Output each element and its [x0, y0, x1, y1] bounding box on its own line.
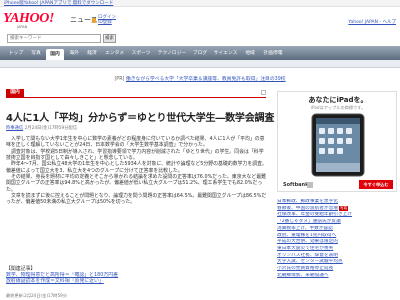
related-link[interactable]: 放射線副読本を作成＝文科相「原発に近い」	[6, 278, 268, 284]
register-link[interactable]: ID登録	[98, 20, 116, 25]
yahoo-logo-sub: JAPAN	[17, 25, 28, 29]
side-link[interactable]: 消費税率上げ、半数が容認	[277, 226, 397, 233]
article-paragraph: 調査対象は、学校週5日制が導入され、学習指導要領で学力内容が削減された「ゆとり世…	[6, 148, 264, 162]
softbank-logo: Softbank	[283, 182, 309, 188]
article-paragraph: 入学して間もない大学1年生を中心に数学の素養がどの程度身に付いているか調べた結果…	[6, 136, 265, 149]
tab-photos[interactable]: 写真	[28, 48, 44, 59]
side-link[interactable]: 大学入試、センター試験平均点	[277, 259, 397, 266]
tab-blog[interactable]: ブログ	[191, 48, 209, 59]
side-link[interactable]: 小沢氏の党員資格停止延長	[277, 266, 397, 273]
pr-link[interactable]: 働きながら学べる大学「大学卒業＆講座等、教員免許も取得」注目の39校	[126, 77, 286, 82]
article-headline: 4人に1人「平均」分からず＝ゆとり世代大学生―数学会調査	[6, 113, 275, 124]
tab-top[interactable]: トップ	[6, 48, 26, 59]
side-link[interactable]: 社保改革、年金の受給年齢引き上げ	[277, 212, 397, 219]
ad-footer: Softbank 今すぐ申込む	[283, 180, 393, 190]
article-paragraph: 昨年4～7月、国公私立48大学の1年生を中心とした5934人を対象に、統計や論理…	[6, 161, 267, 174]
tab-power-outage[interactable]: 計画停電	[260, 48, 286, 59]
search-button[interactable]: 検索	[103, 34, 116, 43]
side-link[interactable]: 「2番じゃダメ」蓮舫氏が反論	[277, 219, 397, 226]
promo-bar: iPhone版Yahoo! JAPANアプリで 無料でダウンロード	[0, 0, 400, 7]
print-icon[interactable]	[261, 90, 266, 95]
softbank-mark-icon	[307, 182, 313, 188]
last-updated: 最終更新:2月24日(金)17時59分	[6, 293, 68, 298]
side-link[interactable]: 北朝鮮情勢、米朝協議へ	[277, 273, 397, 280]
side-link[interactable]: 平成の大合併、効果は限定的	[277, 239, 397, 246]
ad-title: あなたにiPadを。	[308, 96, 368, 104]
side-link[interactable]: 政府、東電株を1兆円取得へ	[277, 233, 397, 240]
pr-label: [PR]	[114, 77, 125, 82]
ipad-ad[interactable]: あなたにiPadを。 iPadはアップルの商標です。 Softbank 今すぐ申…	[277, 91, 397, 192]
sub-nav	[0, 60, 400, 68]
related-articles: 【関連記事】 数学、物理得意だと高所得＝「確認」と180万円差 放射線副読本を作…	[6, 266, 268, 285]
article-paragraph: 文章を読まずに後に控えることが問題となり、論理力を問う問題の正答率は64.5%。…	[6, 193, 267, 206]
article-paragraph: その結果、身長を題材に平均の定義とそこから導かれる結論を求めた設問の正答率は76…	[6, 174, 267, 193]
tab-sports[interactable]: スポーツ	[129, 48, 153, 59]
ad-subtitle: iPadはアップルの商標です。	[310, 105, 366, 110]
ranking-list: 日本郵政、郵政事業を黒字化 春節後、中国の渡航者が急増 写真 社保改革、年金の受給…	[277, 199, 397, 279]
side-link[interactable]: 春節後、中国の渡航者が急増 写真	[277, 205, 397, 213]
side-link[interactable]: 日本郵政、郵政事業を黒字化	[277, 199, 397, 206]
tab-world[interactable]: 海外	[66, 48, 82, 59]
publish-date: 2月24日(金)17時59分配信	[24, 126, 78, 131]
side-link[interactable]: オリンパス社長、辞意を表明	[277, 253, 397, 260]
tab-local[interactable]: 地域	[242, 48, 258, 59]
login-links: ログイン ID登録	[98, 15, 116, 25]
search-bar: 検索	[0, 34, 400, 44]
category-nav: トップ 写真 国内 海外 経済 エンタメ スポーツ テクノロジー ブログ サイエ…	[0, 46, 400, 60]
article-body: 入学して間もない大学1年生を中心に数学の素養がどの程度身に付いているか調べた結果…	[6, 136, 268, 206]
tab-domestic[interactable]: 国内	[46, 49, 64, 60]
yahoo-top-link[interactable]: Yahoo! JAPAN - ヘルプ	[348, 20, 396, 25]
ipad-image	[311, 113, 365, 177]
side-link[interactable]: 東日本大震災で住宅が喪失	[277, 246, 397, 253]
login-icon	[92, 18, 96, 23]
app-promo-link[interactable]: iPhone版Yahoo! JAPANアプリで 無料でダウンロード	[4, 1, 113, 6]
yahoo-logo[interactable]: YAHOO!	[3, 12, 54, 26]
article-byline: 時事通信 2月24日(金)17時59分配信	[6, 126, 268, 132]
header: YAHOO! JAPAN ニュース ログイン ID登録 Yahoo! JAPAN…	[0, 8, 400, 30]
source-link[interactable]: 時事通信	[6, 126, 23, 131]
tab-business[interactable]: 経済	[84, 48, 100, 59]
photo-badge: 写真	[338, 205, 349, 211]
breadcrumb: 国内	[6, 89, 266, 98]
tab-technology[interactable]: テクノロジー	[155, 48, 189, 59]
category-tag[interactable]: 国内	[6, 89, 24, 97]
pr-banner: [PR] 働きながら学べる大学「大学卒業＆講座等、教員免許も取得」注目の39校	[0, 76, 400, 84]
search-input[interactable]	[7, 34, 101, 43]
tab-science[interactable]: サイエンス	[211, 48, 240, 59]
ad-cta-button[interactable]: 今すぐ申込む	[359, 180, 393, 189]
tab-entertainment[interactable]: エンタメ	[102, 48, 127, 59]
